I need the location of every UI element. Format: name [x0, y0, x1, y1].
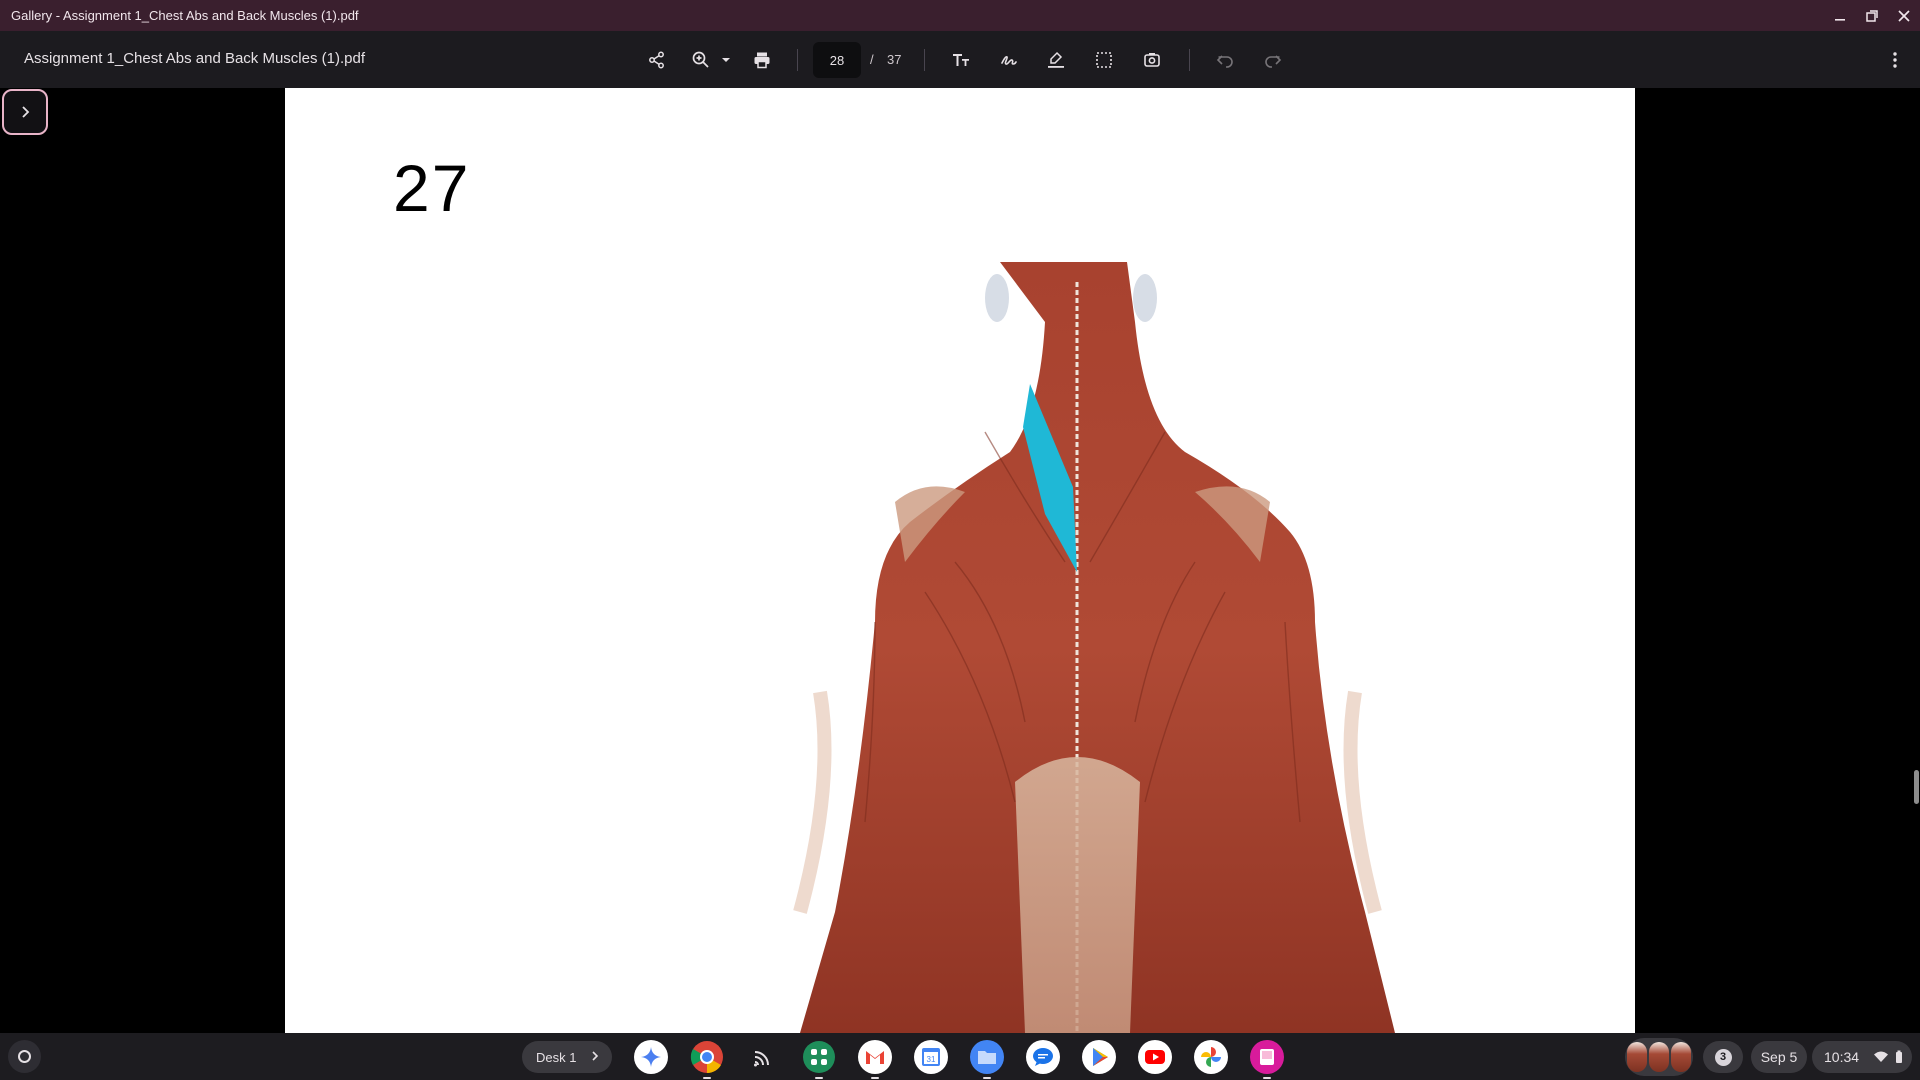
undo-button[interactable]	[1208, 43, 1242, 77]
print-button[interactable]	[745, 43, 779, 77]
play-store-app-icon[interactable]	[1082, 1040, 1116, 1074]
wifi-icon	[1874, 1051, 1888, 1062]
running-indicator	[703, 1077, 711, 1079]
page-separator: /	[870, 52, 874, 67]
highlighter-icon	[1048, 51, 1064, 68]
window-titlebar: Gallery - Assignment 1_Chest Abs and Bac…	[0, 0, 1920, 31]
holding-thumbnail	[1671, 1042, 1691, 1072]
select-region-icon	[1096, 52, 1112, 68]
restore-icon	[1866, 9, 1878, 22]
holding-thumbnail	[1627, 1042, 1647, 1072]
more-icon	[1893, 52, 1897, 68]
minimize-icon	[1835, 18, 1845, 21]
running-indicator	[871, 1077, 879, 1079]
chrome-app-icon[interactable]	[690, 1040, 724, 1079]
svg-text:31: 31	[927, 1055, 936, 1064]
draw-button[interactable]	[992, 43, 1026, 77]
scrollbar-thumb[interactable]	[1914, 770, 1919, 804]
chevron-down-icon	[722, 58, 730, 62]
more-options-button[interactable]	[1878, 43, 1912, 77]
youtube-app-icon[interactable]	[1138, 1040, 1172, 1074]
photos-app-icon[interactable]	[1194, 1040, 1228, 1074]
desk-switcher[interactable]: Desk 1	[522, 1041, 612, 1073]
text-icon	[953, 54, 969, 66]
document-title: Assignment 1_Chest Abs and Back Muscles …	[24, 50, 366, 67]
app-grid-icon[interactable]	[802, 1040, 836, 1079]
toolbar-divider	[1189, 49, 1190, 71]
back-muscles-illustration	[793, 262, 1395, 1033]
chevron-right-icon	[22, 106, 30, 118]
pdf-viewer[interactable]: 27	[0, 88, 1920, 1033]
running-indicator	[815, 1077, 823, 1079]
draw-icon	[1001, 56, 1017, 65]
pdf-page: 27	[285, 88, 1635, 1033]
clock-time: 10:34	[1824, 1049, 1860, 1065]
screenshot-icon	[1144, 53, 1160, 67]
print-icon	[754, 52, 770, 69]
holding-thumbnail	[1649, 1042, 1669, 1072]
files-app-icon[interactable]	[970, 1040, 1004, 1079]
notification-count: 3	[1714, 1048, 1732, 1066]
share-icon	[649, 51, 664, 69]
window-title: Gallery - Assignment 1_Chest Abs and Bac…	[11, 8, 359, 23]
screenshot-button[interactable]	[1135, 43, 1169, 77]
battery-icon	[1896, 1050, 1902, 1063]
close-icon	[1898, 9, 1910, 22]
close-button[interactable]	[1888, 0, 1920, 31]
date-tray[interactable]: Sep 5	[1751, 1041, 1807, 1073]
desk-label: Desk 1	[536, 1049, 577, 1065]
launcher-icon	[18, 1050, 31, 1063]
total-pages: 37	[887, 52, 902, 67]
sidebar-toggle-button[interactable]	[2, 89, 48, 135]
zoom-dropdown[interactable]	[709, 43, 743, 77]
redo-icon	[1265, 55, 1282, 68]
zoom-icon	[692, 51, 709, 68]
page-number-input[interactable]: 28	[813, 42, 861, 78]
status-tray[interactable]: 10:34	[1812, 1041, 1912, 1073]
gallery-app-icon[interactable]	[1250, 1040, 1284, 1079]
cast-app-icon[interactable]	[746, 1040, 780, 1074]
running-indicator	[1263, 1077, 1271, 1079]
running-indicator	[983, 1077, 991, 1079]
share-button[interactable]	[640, 43, 674, 77]
minimize-button[interactable]	[1824, 0, 1856, 31]
restore-button[interactable]	[1856, 0, 1888, 31]
highlighter-button[interactable]	[1039, 43, 1073, 77]
toolbar-divider	[924, 49, 925, 71]
select-region-button[interactable]	[1087, 43, 1121, 77]
launcher-button[interactable]	[8, 1040, 41, 1073]
messages-app-icon[interactable]	[1026, 1040, 1060, 1074]
redo-button[interactable]	[1256, 43, 1290, 77]
text-annotation-button[interactable]	[944, 43, 978, 77]
pdf-toolbar: Assignment 1_Chest Abs and Back Muscles …	[0, 31, 1920, 88]
chevron-right-icon	[592, 1051, 599, 1061]
system-shelf: Desk 1 31 3 Sep 5 10:34	[0, 1033, 1920, 1080]
gemini-app-icon[interactable]	[634, 1040, 668, 1074]
page-label: 27	[393, 151, 471, 225]
gmail-app-icon[interactable]	[858, 1040, 892, 1079]
notification-counter[interactable]: 3	[1703, 1041, 1743, 1073]
holding-space-tray[interactable]	[1625, 1038, 1693, 1076]
undo-icon	[1216, 55, 1233, 68]
calendar-app-icon[interactable]: 31	[914, 1040, 948, 1074]
toolbar-divider	[797, 49, 798, 71]
